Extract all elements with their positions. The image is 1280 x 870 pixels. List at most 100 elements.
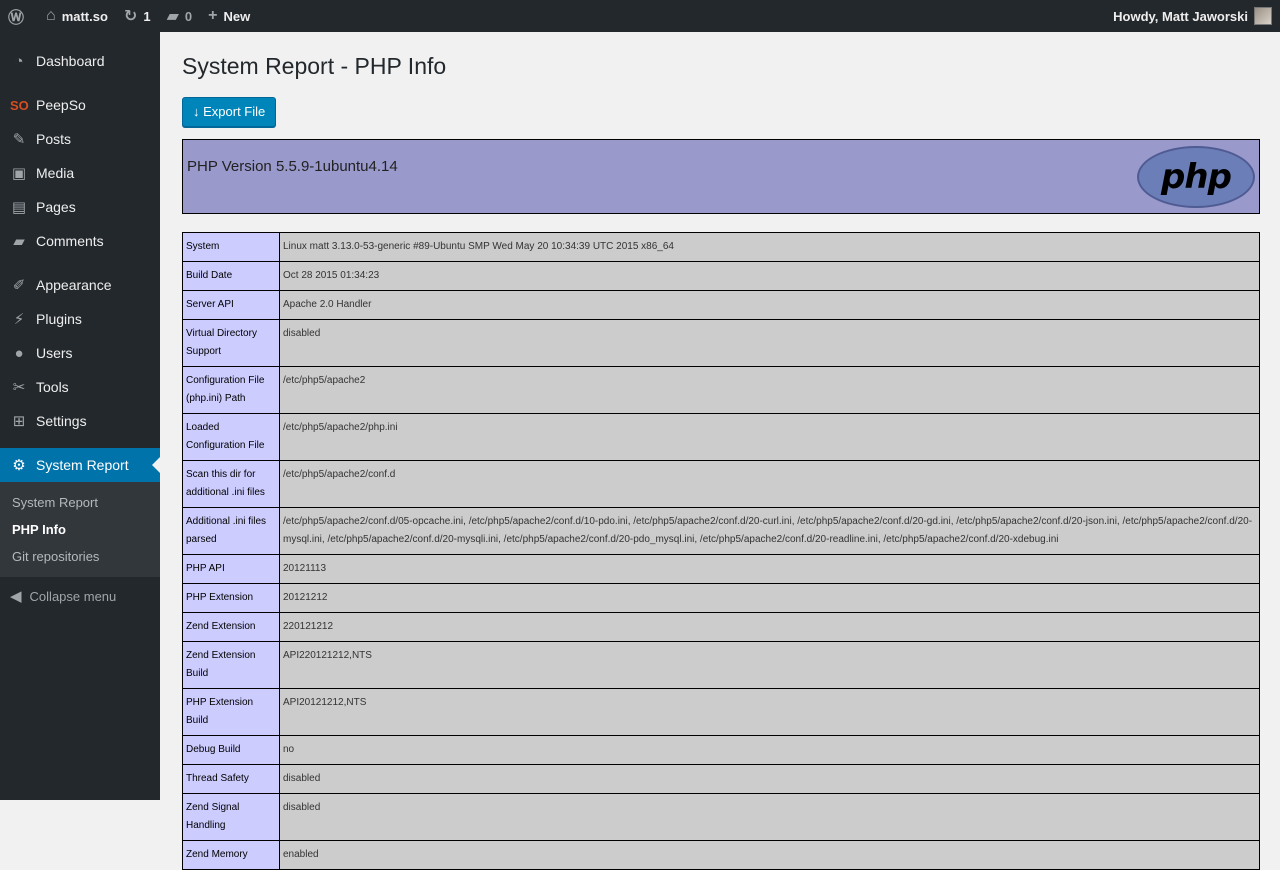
sidebar-item-pages[interactable]: ▤ Pages <box>0 190 160 224</box>
row-value: 20121113 <box>279 554 1260 584</box>
table-row: Zend Extension Build API220121212,NTS <box>182 641 1260 689</box>
sidebar-item-label: Media <box>36 165 75 181</box>
user-account-menu[interactable]: Howdy, Matt Jaworski <box>1113 0 1272 32</box>
table-row: Thread Safety disabled <box>182 764 1260 794</box>
site-name-link[interactable]: ⌂ matt.so <box>38 0 116 32</box>
comments-link[interactable]: ▰ 0 <box>159 0 201 32</box>
sidebar-item-label: Dashboard <box>36 53 105 69</box>
wrench-icon: ✂ <box>12 379 26 396</box>
sidebar-item-system-report[interactable]: ⚙ System Report <box>0 448 160 482</box>
table-row: Server API Apache 2.0 Handler <box>182 290 1260 320</box>
gear-icon: ⚙ <box>12 457 26 474</box>
row-label: Thread Safety <box>182 764 280 794</box>
plugin-icon: ⚡ <box>13 311 25 328</box>
row-label: Loaded Configuration File <box>182 413 280 461</box>
submenu-item-system-report[interactable]: System Report <box>0 489 160 516</box>
row-label: Additional .ini files parsed <box>182 507 280 555</box>
settings-icon: ⊞ <box>12 413 26 430</box>
home-icon: ⌂ <box>46 7 56 24</box>
sidebar-item-users[interactable]: ● Users <box>0 336 160 370</box>
plus-icon: + <box>208 7 218 24</box>
collapse-menu-button[interactable]: ◀ Collapse menu <box>0 577 160 615</box>
table-row: Scan this dir for additional .ini files /… <box>182 460 1260 508</box>
sidebar-item-label: Appearance <box>36 277 112 293</box>
howdy-text: Howdy, Matt Jaworski <box>1113 8 1248 24</box>
row-value: no <box>279 735 1260 765</box>
table-row: Zend Memory enabled <box>182 840 1260 870</box>
table-row: System Linux matt 3.13.0-53-generic #89-U… <box>182 232 1260 262</box>
table-row: PHP API 20121113 <box>182 554 1260 584</box>
table-row: PHP Extension 20121212 <box>182 583 1260 613</box>
sidebar-item-media[interactable]: ▣ Media <box>0 156 160 190</box>
row-label: Server API <box>182 290 280 320</box>
table-row: Configuration File (php.ini) Path/etc/ph… <box>182 366 1260 414</box>
sidebar-item-posts[interactable]: ✎ Posts <box>0 122 160 156</box>
sidebar-item-label: Comments <box>36 233 104 249</box>
sidebar-item-label: System Report <box>36 457 129 473</box>
sidebar-item-peepso[interactable]: SO PeepSo <box>0 88 160 122</box>
export-file-button[interactable]: ↓ Export File <box>182 97 277 127</box>
sidebar-item-dashboard[interactable]: ◔ Dashboard <box>0 44 160 78</box>
php-version-header: PHP Version 5.5.9-1ubuntu4.14 php <box>182 139 1260 214</box>
row-value: disabled <box>279 793 1260 841</box>
php-info-table: System Linux matt 3.13.0-53-generic #89-U… <box>182 232 1260 870</box>
row-value: API20121212,NTS <box>279 688 1260 736</box>
row-label: System <box>182 232 280 262</box>
sidebar-item-label: Settings <box>36 413 87 429</box>
page-title: System Report - PHP Info <box>182 53 447 79</box>
row-value: Linux matt 3.13.0-53-generic #89-Ubuntu … <box>279 232 1260 262</box>
row-value: /etc/php5/apache2/php.ini <box>279 413 1260 461</box>
system-report-submenu: System Report PHP Info Git repositories <box>0 482 160 577</box>
sidebar-item-settings[interactable]: ⊞ Settings <box>0 404 160 438</box>
dashboard-icon: ◔ <box>14 52 24 70</box>
sidebar-item-tools[interactable]: ✂ Tools <box>0 370 160 404</box>
user-icon: ● <box>14 344 24 362</box>
collapse-label: Collapse menu <box>29 588 117 604</box>
updates-link[interactable]: ↻ 1 <box>116 0 159 32</box>
row-label: Configuration File (php.ini) Path <box>182 366 280 414</box>
new-content-link[interactable]: + New <box>200 0 258 32</box>
row-label: PHP Extension <box>182 583 280 613</box>
pages-icon: ▤ <box>11 199 27 216</box>
sidebar-item-plugins[interactable]: ⚡ Plugins <box>0 302 160 336</box>
wordpress-logo-button[interactable]: Ⓦ <box>0 0 38 32</box>
row-value: API220121212,NTS <box>279 641 1260 689</box>
row-value: Oct 28 2015 01:34:23 <box>279 261 1260 291</box>
sidebar-item-label: Users <box>36 345 73 361</box>
admin-sidebar: ◔ Dashboard SO PeepSo ✎ Posts ▣ Media ▤ Pages ▰ Com… <box>0 32 160 800</box>
row-label: Zend Memory <box>182 840 280 870</box>
php-logo[interactable]: php <box>1137 146 1255 208</box>
row-label: Debug Build <box>182 735 280 765</box>
row-label: Zend Signal Handling <box>182 793 280 841</box>
avatar <box>1254 7 1272 25</box>
row-label: Zend Extension Build <box>182 641 280 689</box>
refresh-icon: ↻ <box>123 8 138 25</box>
comment-icon: ▰ <box>166 8 179 25</box>
comment-icon: ▰ <box>13 233 25 250</box>
media-icon: ▣ <box>11 165 27 182</box>
php-version: PHP Version 5.5.9-1ubuntu4.14 <box>187 158 398 175</box>
table-row: Additional .ini files parsed/etc/php5/ap… <box>182 507 1260 555</box>
main-content: System Report - PHP Info ↓ Export File P… <box>182 32 1260 870</box>
sidebar-item-appearance[interactable]: ✐ Appearance <box>0 268 160 302</box>
sidebar-item-label: Plugins <box>36 311 82 327</box>
table-row: Zend Extension 220121212 <box>182 612 1260 642</box>
new-label: New <box>223 8 251 24</box>
brush-icon: ✐ <box>12 277 26 294</box>
updates-count: 1 <box>143 8 151 24</box>
table-row: Zend Signal Handling disabled <box>182 793 1260 841</box>
sidebar-item-label: PeepSo <box>36 97 86 113</box>
sidebar-item-label: Posts <box>36 131 72 147</box>
sidebar-item-comments[interactable]: ▰ Comments <box>0 224 160 258</box>
site-name: matt.so <box>61 8 108 24</box>
row-value: 220121212 <box>279 612 1260 642</box>
sidebar-item-label: Tools <box>36 379 69 395</box>
pin-icon: ✎ <box>12 131 26 148</box>
submenu-item-git-repositories[interactable]: Git repositories <box>0 543 160 570</box>
table-row: Loaded Configuration File/etc/php5/apach… <box>182 413 1260 461</box>
row-label: Scan this dir for additional .ini files <box>182 460 280 508</box>
row-value: disabled <box>279 764 1260 794</box>
submenu-item-php-info[interactable]: PHP Info <box>0 516 160 543</box>
collapse-icon: ◀ <box>10 588 22 605</box>
row-value: disabled <box>279 319 1260 367</box>
